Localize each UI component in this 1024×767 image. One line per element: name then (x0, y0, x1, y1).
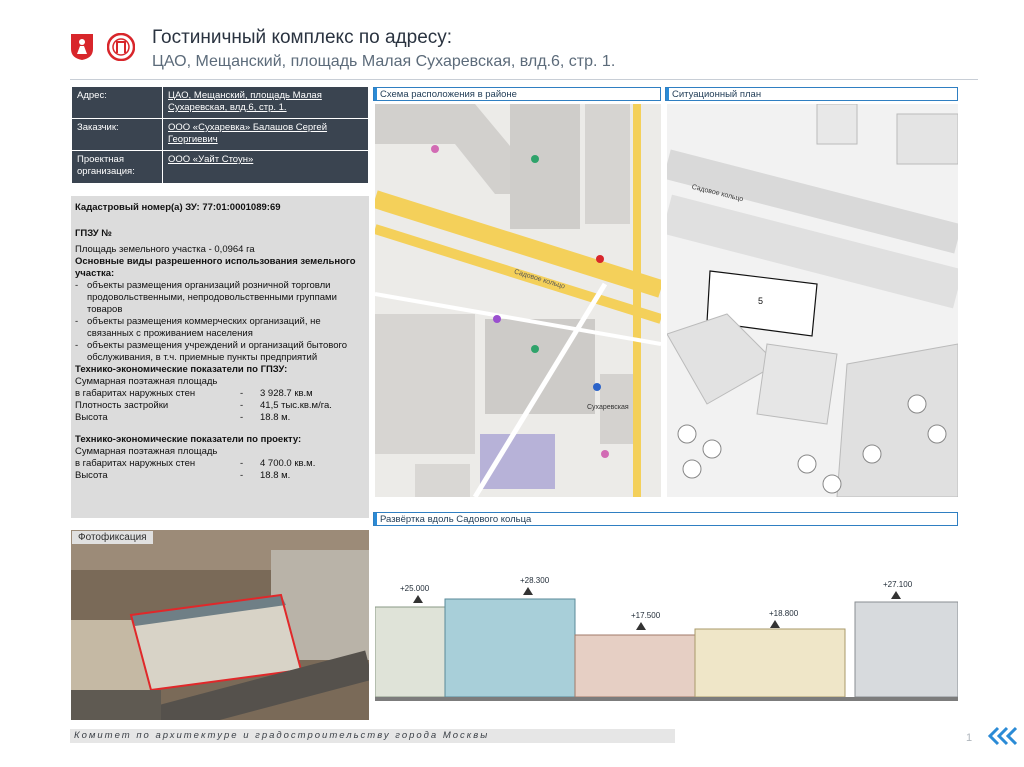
indicator-row: Высота - 18.8 м. (75, 470, 291, 481)
moscow-coat-of-arms-logo (70, 33, 94, 61)
info-row-customer: Заказчик: ООО «Сухаревка» Балашов Сергей… (71, 118, 369, 151)
footer-text: Комитет по архитектуре и градостроительс… (74, 730, 490, 741)
elevation-mark: +25.000 (400, 584, 430, 593)
page-subtitle: ЦАО, Мещанский, площадь Малая Сухаревска… (152, 53, 616, 70)
committee-logo (106, 32, 136, 62)
elevation-mark: +18.800 (769, 609, 799, 618)
gpzu-sum-label: Суммарная поэтажная площадь (75, 376, 218, 387)
situation-plan-header: Ситуационный план (665, 87, 958, 101)
technical-parameters: Кадастровый номер(а) ЗУ: 77:01:0001089:6… (71, 196, 369, 518)
info-table: Адрес: ЦАО, Мещанский, площадь Малая Сух… (71, 86, 369, 184)
permitted-use-list: объекты размещения организаций розничной… (75, 280, 365, 364)
info-row-address: Адрес: ЦАО, Мещанский, площадь Малая Сух… (71, 86, 369, 119)
gpzu-indicators-title: Технико-экономические показатели по ГПЗУ… (75, 364, 288, 375)
header-divider (70, 79, 978, 80)
elevation-mark: +28.300 (520, 576, 550, 585)
indicator-row: Высота - 18.8 м. (75, 412, 291, 423)
metro-label: Сухаревская (587, 404, 629, 411)
project-indicators-title: Технико-экономические показатели по прое… (75, 434, 302, 445)
list-item: объекты размещения организаций розничной… (75, 280, 365, 316)
info-value-link[interactable]: ООО «Уайт Стоун» (162, 150, 369, 184)
next-arrows-icon[interactable] (986, 726, 1020, 746)
indicator-row: в габаритах наружных стен - 3 928.7 кв.м (75, 388, 313, 399)
elevation-mark: +27.100 (883, 580, 913, 589)
cadastral-number: Кадастровый номер(а) ЗУ: 77:01:0001089:6… (75, 202, 281, 213)
page-number: 1 (966, 732, 973, 744)
info-key: Проектная организация: (71, 150, 163, 184)
location-scheme-header: Схема расположения в районе (373, 87, 661, 101)
project-sum-label: Суммарная поэтажная площадь (75, 446, 218, 457)
street-elevation: +25.000 +28.300 +17.500 +18.800 +27.100 (375, 527, 958, 721)
page-title: Гостиничный комплекс по адресу: (152, 27, 453, 48)
gpzu-number: ГПЗУ № (75, 228, 112, 239)
list-item: объекты размещения учреждений и организа… (75, 340, 365, 364)
info-value-link[interactable]: ЦАО, Мещанский, площадь Малая Сухаревска… (162, 86, 369, 119)
list-item: объекты размещения коммерческих организа… (75, 316, 365, 340)
info-row-designer: Проектная организация: ООО «Уайт Стоун» (71, 150, 369, 184)
plot-number: 5 (758, 296, 764, 306)
info-value-link[interactable]: ООО «Сухаревка» Балашов Сергей Георгиеви… (162, 118, 369, 151)
site-photo (71, 530, 369, 720)
indicator-row: в габаритах наружных стен - 4 700.0 кв.м… (75, 458, 316, 469)
permitted-use-title: Основные виды разрешенного использования… (75, 256, 356, 279)
elevation-header: Развёртка вдоль Садового кольца (373, 512, 958, 526)
info-key: Адрес: (71, 86, 163, 119)
plot-area: Площадь земельного участка - 0,0964 га (75, 244, 255, 255)
info-key: Заказчик: (71, 118, 163, 151)
photo-label: Фотофиксация (72, 531, 153, 544)
elevation-mark: +17.500 (631, 611, 661, 620)
location-map[interactable]: Садовое кольцо Сухаревская (375, 104, 661, 497)
indicator-row: Плотность застройки - 41,5 тыс.кв.м/га. (75, 400, 332, 411)
situation-plan[interactable]: Садовое кольцо 5 (667, 104, 958, 497)
